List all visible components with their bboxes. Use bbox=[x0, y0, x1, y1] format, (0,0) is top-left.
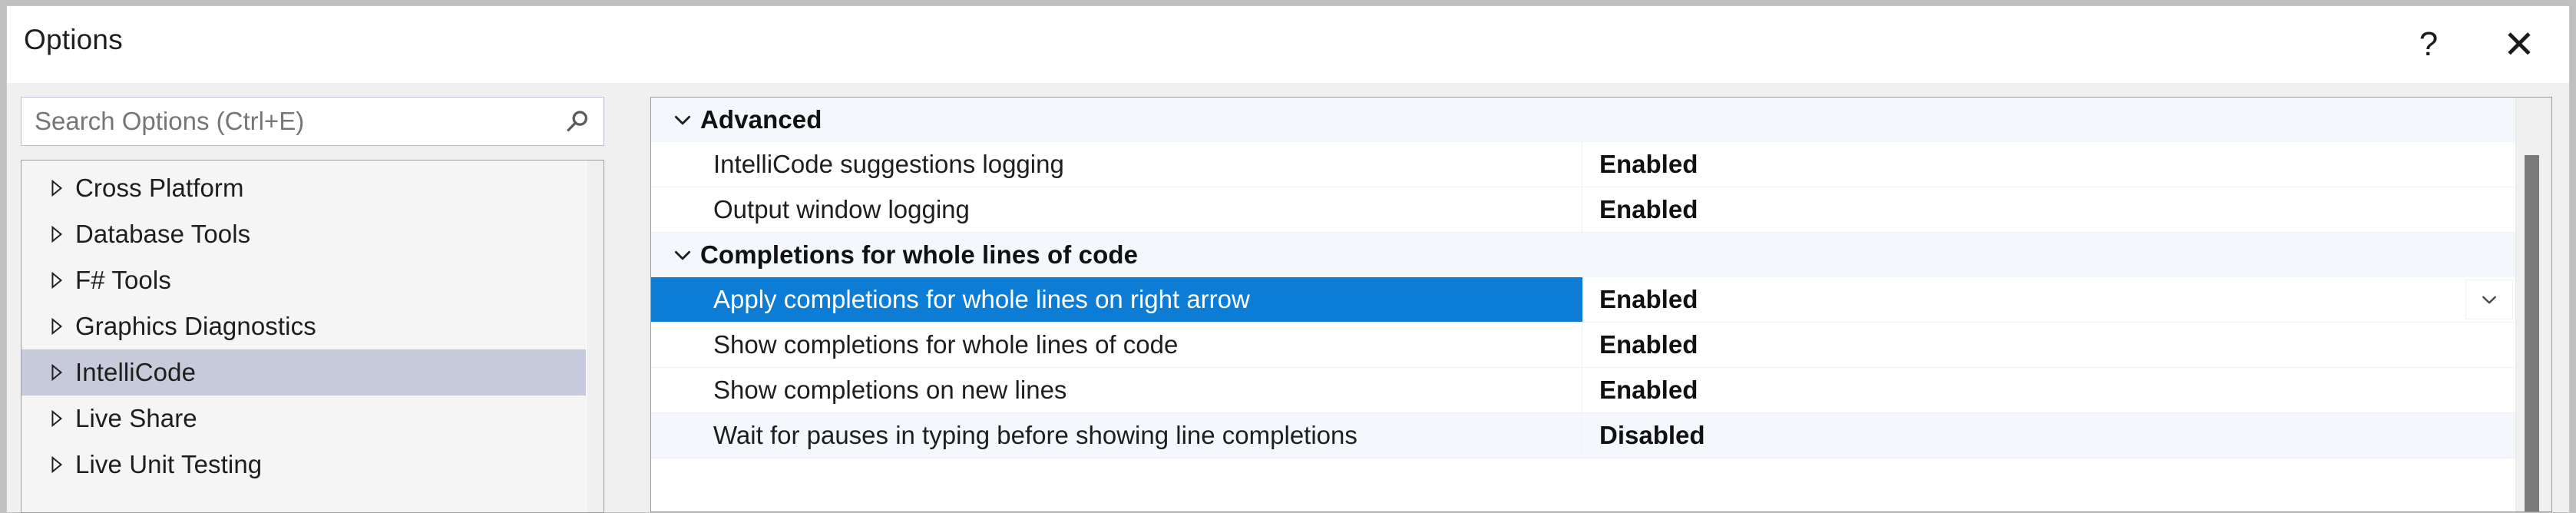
options-row[interactable]: Wait for pauses in typing before showing… bbox=[651, 413, 2516, 458]
sidebar-item-graphics-diagnostics[interactable]: Graphics Diagnostics bbox=[21, 303, 587, 349]
option-value-text: Disabled bbox=[1599, 421, 1705, 449]
chevron-right-icon[interactable] bbox=[46, 362, 75, 382]
search-input[interactable] bbox=[21, 98, 553, 145]
close-button[interactable]: ✕ bbox=[2483, 6, 2555, 83]
option-value[interactable]: Enabled bbox=[1582, 368, 2516, 412]
page-title: Options bbox=[24, 24, 123, 55]
sidebar-item-f-tools[interactable]: F# Tools bbox=[21, 257, 587, 303]
options-group-title: Advanced bbox=[700, 105, 822, 134]
dialog-body: Cross Platform Database Tools F# Tools Grap… bbox=[7, 83, 2569, 513]
chevron-down-icon bbox=[2478, 289, 2500, 310]
option-value-text: Enabled bbox=[1599, 330, 1698, 359]
search-box[interactable] bbox=[21, 97, 604, 146]
options-grid[interactable]: Advanced IntelliCode suggestions logging E… bbox=[651, 98, 2516, 511]
chevron-right-icon[interactable] bbox=[46, 178, 75, 198]
option-value[interactable]: Disabled bbox=[1582, 413, 2516, 458]
option-name[interactable]: Show completions on new lines bbox=[651, 368, 1582, 412]
option-value[interactable]: Enabled bbox=[1582, 187, 2516, 232]
option-value-dropdown-button[interactable] bbox=[2465, 280, 2513, 319]
options-group-header[interactable]: Completions for whole lines of code bbox=[651, 233, 2516, 277]
chevron-down-icon[interactable] bbox=[665, 243, 700, 266]
option-value-text: Enabled bbox=[1599, 376, 1698, 404]
option-name[interactable]: Apply completions for whole lines on rig… bbox=[651, 277, 1582, 322]
sidebar-item-live-share[interactable]: Live Share bbox=[21, 396, 587, 442]
option-value[interactable]: Enabled bbox=[1582, 323, 2516, 367]
sidebar-item-label: IntelliCode bbox=[75, 358, 197, 386]
options-dialog-window: Options ? ✕ Cross PlatformDatabase Tool bbox=[6, 5, 2570, 513]
sidebar-item-label: Cross Platform bbox=[75, 174, 244, 202]
option-value[interactable]: Enabled bbox=[1582, 277, 2516, 322]
chevron-right-icon[interactable] bbox=[46, 270, 75, 290]
sidebar-item-database-tools[interactable]: Database Tools bbox=[21, 211, 587, 257]
search-icon[interactable] bbox=[562, 106, 593, 137]
sidebar-item-label: Graphics Diagnostics bbox=[75, 312, 316, 340]
option-value-text: Enabled bbox=[1599, 285, 1698, 313]
option-value-text: Enabled bbox=[1599, 195, 1698, 223]
options-group-header[interactable]: Advanced bbox=[651, 98, 2516, 142]
tree-list: Cross Platform Database Tools F# Tools Grap… bbox=[21, 165, 587, 488]
tree-inner-edge bbox=[586, 161, 603, 512]
help-button[interactable]: ? bbox=[2392, 6, 2465, 83]
sidebar-item-live-unit-testing[interactable]: Live Unit Testing bbox=[21, 442, 587, 488]
chevron-right-icon[interactable] bbox=[46, 409, 75, 429]
chevron-right-icon[interactable] bbox=[46, 316, 75, 336]
options-row[interactable]: Show completions for whole lines of code… bbox=[651, 323, 2516, 368]
sidebar-item-label: Live Unit Testing bbox=[75, 450, 263, 478]
option-name[interactable]: Output window logging bbox=[651, 187, 1582, 232]
title-bar: Options ? ✕ bbox=[7, 6, 2569, 83]
options-grid-scrollbar[interactable] bbox=[2515, 98, 2551, 511]
chevron-down-icon[interactable] bbox=[665, 108, 700, 131]
option-value[interactable]: Enabled bbox=[1582, 142, 2516, 187]
left-pane: Cross Platform Database Tools F# Tools Grap… bbox=[21, 97, 604, 513]
sidebar-item-label: Live Share bbox=[75, 404, 197, 432]
options-row[interactable]: IntelliCode suggestions logging Enabled bbox=[651, 142, 2516, 187]
scrollbar-thumb[interactable] bbox=[2525, 155, 2539, 511]
options-category-tree[interactable]: Cross Platform Database Tools F# Tools Grap… bbox=[21, 160, 604, 513]
sidebar-item-intellicode[interactable]: IntelliCode bbox=[21, 349, 587, 396]
options-group-title: Completions for whole lines of code bbox=[700, 240, 1139, 269]
sidebar-item-label: Database Tools bbox=[75, 220, 251, 248]
question-mark-icon: ? bbox=[2419, 25, 2439, 63]
option-value-text: Enabled bbox=[1599, 150, 1698, 178]
sidebar-item-cross-platform[interactable]: Cross Platform bbox=[21, 165, 587, 211]
sidebar-item-label: F# Tools bbox=[75, 266, 171, 294]
close-icon: ✕ bbox=[2503, 23, 2535, 66]
options-row[interactable]: Apply completions for whole lines on rig… bbox=[651, 277, 2516, 323]
options-row[interactable]: Output window logging Enabled bbox=[651, 187, 2516, 233]
option-name[interactable]: IntelliCode suggestions logging bbox=[651, 142, 1582, 187]
option-name[interactable]: Wait for pauses in typing before showing… bbox=[651, 413, 1582, 458]
option-name[interactable]: Show completions for whole lines of code bbox=[651, 323, 1582, 367]
chevron-right-icon[interactable] bbox=[46, 224, 75, 244]
right-pane: Advanced IntelliCode suggestions logging E… bbox=[650, 97, 2552, 512]
chevron-right-icon[interactable] bbox=[46, 455, 75, 475]
options-row[interactable]: Show completions on new lines Enabled bbox=[651, 368, 2516, 413]
